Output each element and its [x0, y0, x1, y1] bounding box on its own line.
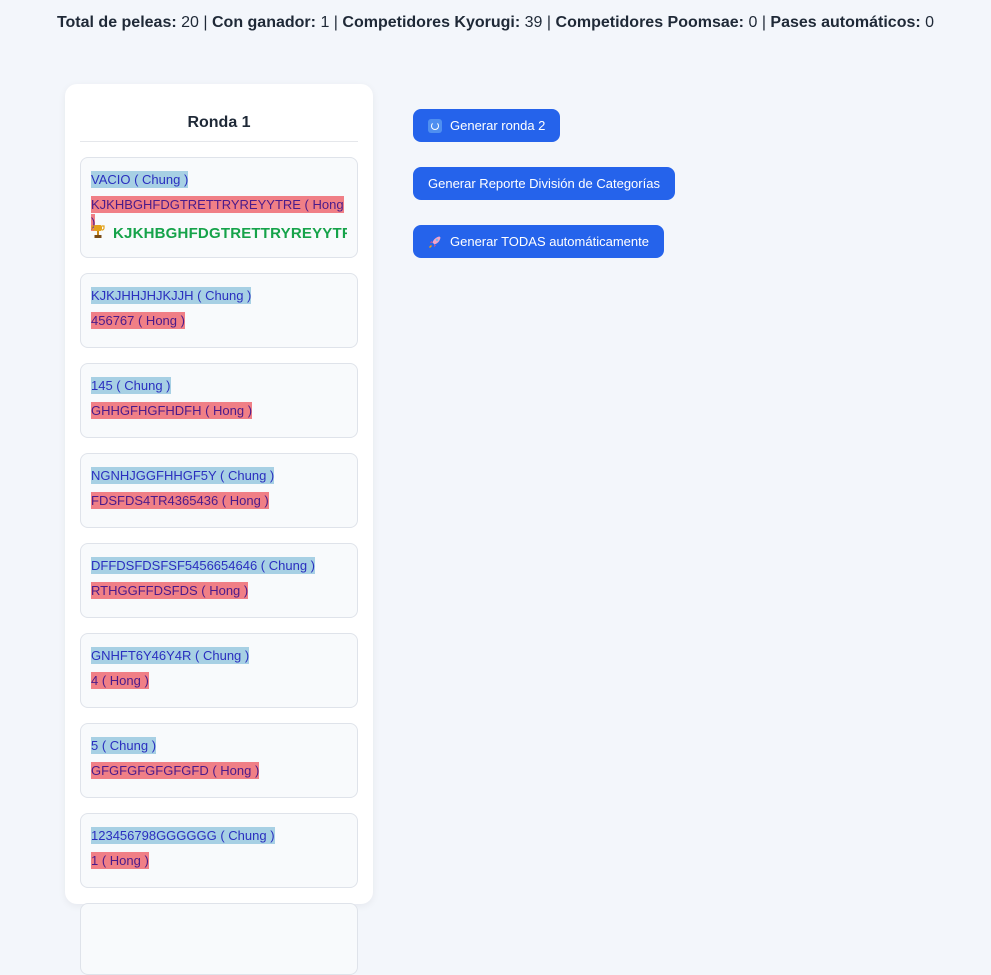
fighter-hong[interactable]: GHHGFHGFHDFH ( Hong ) — [91, 402, 347, 427]
stat-poomsae-value: 0 — [748, 14, 758, 31]
fighter-hong[interactable]: GFGFGFGFGFGFD ( Hong ) — [91, 762, 347, 787]
fight-card[interactable]: NGNHJGGFHHGF5Y ( Chung ) FDSFDS4TR436543… — [80, 453, 358, 528]
stat-winner-value: 1 — [320, 14, 330, 31]
stat-passes-label: Pases automáticos: — [770, 14, 921, 31]
round-title: Ronda 1 — [80, 84, 358, 142]
fight-card[interactable]: 145 ( Chung ) GHHGFHGFHDFH ( Hong ) — [80, 363, 358, 438]
fight-card[interactable]: 5 ( Chung ) GFGFGFGFGFGFD ( Hong ) — [80, 723, 358, 798]
fighter-chung[interactable]: 5 ( Chung ) — [91, 737, 347, 762]
round-panel: Ronda 1 VACIO ( Chung ) KJKHBGHFDGTRETTR… — [65, 84, 373, 975]
fighter-chung[interactable]: VACIO ( Chung ) — [91, 171, 347, 196]
stat-total-value: 20 — [181, 14, 199, 31]
fight-card[interactable]: KJKJHHJHJKJJH ( Chung ) 456767 ( Hong ) — [80, 273, 358, 348]
stat-winner-label: Con ganador: — [211, 14, 316, 31]
fighter-chung[interactable]: NGNHJGGFHHGF5Y ( Chung ) — [91, 467, 347, 492]
fight-card[interactable]: DFFDSFDSFSF5456654646 ( Chung ) RTHGGFFD… — [80, 543, 358, 618]
stats-bar: Total de peleas: 20 | Con ganador: 1 | C… — [0, 14, 991, 32]
actions-panel: Generar ronda 2 Generar Reporte División… — [413, 109, 675, 283]
fight-list: VACIO ( Chung ) KJKHBGHFDGTRETTRYREYYTRE… — [80, 142, 358, 975]
fight-card[interactable]: GNHFT6Y46Y4R ( Chung ) 4 ( Hong ) — [80, 633, 358, 708]
fight-card[interactable] — [80, 903, 358, 975]
stat-kyorugi-value: 39 — [524, 14, 543, 31]
fighter-hong[interactable]: 1 ( Hong ) — [91, 852, 347, 877]
stat-separator: | — [333, 14, 338, 31]
trophy-icon — [91, 225, 105, 238]
stat-poomsae-label: Competidores Poomsae: — [555, 14, 744, 31]
stat-kyorugi-label: Competidores Kyorugi: — [342, 14, 521, 31]
fighter-chung[interactable]: 123456798GGGGGG ( Chung ) — [91, 827, 347, 852]
fighter-chung[interactable]: GNHFT6Y46Y4R ( Chung ) — [91, 647, 347, 672]
fighter-hong[interactable]: KJKHBGHFDGTRETTRYREYYTRE ( Hong ) — [91, 196, 347, 231]
fight-card[interactable]: VACIO ( Chung ) KJKHBGHFDGTRETTRYREYYTRE… — [80, 157, 358, 258]
fighter-chung[interactable]: DFFDSFDSFSF5456654646 ( Chung ) — [91, 557, 347, 582]
generate-report-button[interactable]: Generar Reporte División de Categorías — [413, 167, 675, 200]
fighter-hong[interactable]: 456767 ( Hong ) — [91, 312, 347, 337]
fighter-chung[interactable]: KJKJHHJHJKJJH ( Chung ) — [91, 287, 347, 312]
fighter-chung[interactable]: 145 ( Chung ) — [91, 377, 347, 402]
generate-next-round-label: Generar ronda 2 — [450, 118, 546, 133]
fight-card[interactable]: 123456798GGGGGG ( Chung ) 1 ( Hong ) — [80, 813, 358, 888]
rocket-icon — [429, 236, 441, 248]
fight-winner-name: KJKHBGHFDGTRETTRYREYYTRE — [113, 225, 347, 242]
stat-total-label: Total de peleas: — [56, 14, 177, 31]
generate-all-label: Generar TODAS automáticamente — [450, 234, 649, 249]
fighter-hong[interactable]: 4 ( Hong ) — [91, 672, 347, 697]
generate-next-round-button[interactable]: Generar ronda 2 — [413, 109, 561, 142]
stat-passes-value: 0 — [925, 14, 935, 31]
stat-separator: | — [761, 14, 766, 31]
generate-report-label: Generar Reporte División de Categorías — [428, 176, 660, 191]
fighter-hong[interactable]: RTHGGFFDSFDS ( Hong ) — [91, 582, 347, 607]
fight-winner: KJKHBGHFDGTRETTRYREYYTRE — [91, 223, 347, 247]
stat-separator: | — [546, 14, 552, 31]
stat-separator: | — [203, 14, 208, 31]
generate-all-button[interactable]: Generar TODAS automáticamente — [413, 225, 664, 258]
refresh-icon — [428, 118, 442, 133]
fighter-hong[interactable]: FDSFDS4TR4365436 ( Hong ) — [91, 492, 347, 517]
